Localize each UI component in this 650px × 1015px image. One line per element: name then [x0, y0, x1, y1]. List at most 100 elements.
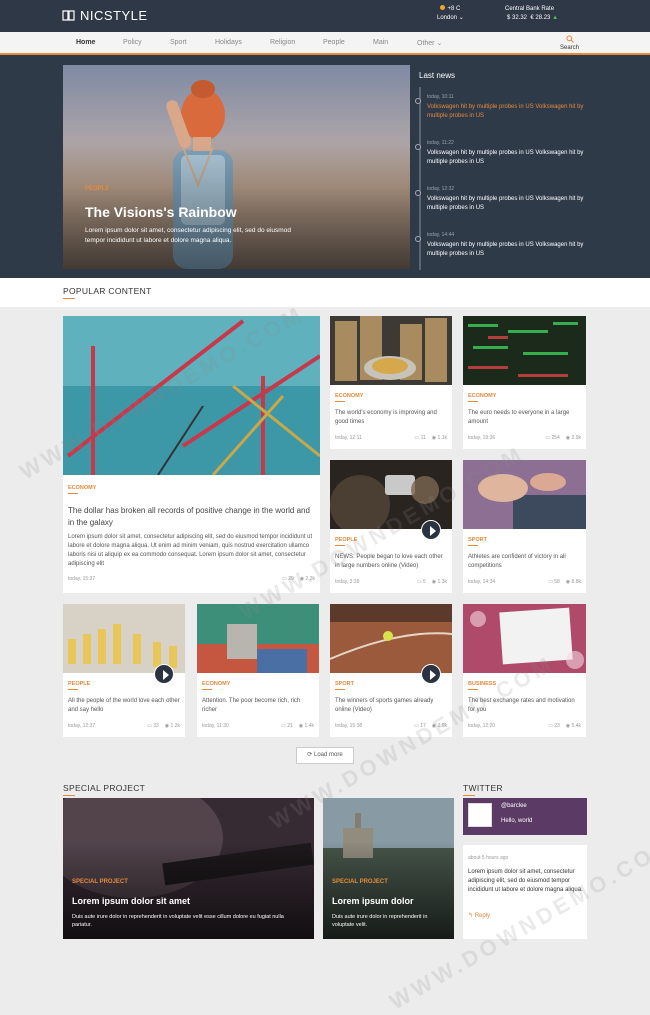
article-excerpt[interactable]: The world's economy is improving and goo…	[335, 409, 447, 427]
article-excerpt[interactable]: Attention. The poor become rich, rich ri…	[202, 697, 314, 715]
news-item[interactable]: today, 10:11 Volkswagen hit by multiple …	[415, 94, 590, 124]
weather-widget[interactable]: +8 C London ⌄	[437, 5, 464, 23]
article-time: today, 11:30	[202, 723, 229, 729]
article-category[interactable]: ECONOMY	[68, 485, 96, 494]
special-category[interactable]: SPECIAL PROJECT	[72, 879, 128, 885]
special-project-title: SPECIAL PROJECT	[63, 783, 146, 796]
view-count: ◉ 1.1k	[431, 435, 447, 441]
article-category[interactable]: SPORT	[335, 681, 354, 690]
load-more-button[interactable]: ⟳ Load more	[296, 747, 354, 764]
news-text[interactable]: Volkswagen hit by multiple probes in US …	[427, 149, 587, 167]
hero-category[interactable]: PEOPLE	[85, 186, 109, 192]
article-category[interactable]: ECONOMY	[335, 393, 363, 402]
article-excerpt[interactable]: All the people of the world love each ot…	[68, 697, 180, 715]
site-logo[interactable]: NICSTYLE	[62, 8, 148, 23]
news-text[interactable]: Volkswagen hit by multiple probes in US …	[427, 103, 587, 121]
article-card[interactable]: ECONOMY The euro needs to everyone in a …	[463, 316, 586, 449]
news-item[interactable]: today, 14:44 Volkswagen hit by multiple …	[415, 232, 590, 262]
article-card[interactable]: PEOPLE All the people of the world love …	[63, 604, 185, 737]
article-meta: today, 11:30 ▭ 21 ◉ 1.4k	[202, 723, 314, 729]
article-excerpt[interactable]: Athletes are confident of victory in all…	[468, 553, 581, 571]
reply-button[interactable]: ↰ Reply	[468, 912, 490, 919]
news-time: today, 11:22	[427, 140, 454, 146]
chevron-down-icon: ⌄	[458, 15, 464, 21]
special-project-card[interactable]: SPECIAL PROJECT Lorem ipsum dolor Duis a…	[323, 798, 454, 939]
special-title[interactable]: Lorem ipsum dolor sit amet	[72, 896, 190, 906]
view-count: ◉ 1.2k	[164, 723, 180, 729]
special-title[interactable]: Lorem ipsum dolor	[332, 896, 414, 906]
news-item[interactable]: today, 12:32 Volkswagen hit by multiple …	[415, 186, 590, 216]
figures-image	[63, 604, 185, 673]
article-category[interactable]: PEOPLE	[68, 681, 90, 690]
popular-title: POPULAR CONTENT	[63, 286, 152, 299]
article-category[interactable]: ECONOMY	[202, 681, 230, 690]
news-text[interactable]: Volkswagen hit by multiple probes in US …	[427, 195, 587, 213]
timeline-dot	[415, 190, 421, 196]
view-count: ◉ 2.9k	[431, 723, 447, 729]
view-count: ◉ 2.9k	[565, 435, 581, 441]
arrow-up-icon: ▲	[552, 15, 559, 21]
article-card[interactable]: PEOPLE NEWS: People began to love each o…	[330, 460, 452, 593]
nav-home[interactable]: Home	[76, 39, 95, 46]
special-text: Duis aute irure dolor in reprehenderit i…	[332, 914, 428, 928]
twitter-handle[interactable]: @barclee	[501, 803, 527, 809]
article-category[interactable]: ECONOMY	[468, 393, 496, 402]
nav-policy[interactable]: Policy	[123, 39, 142, 46]
hero-feature[interactable]: PEOPLE The Visions's Rainbow Lorem ipsum…	[63, 65, 410, 269]
article-card[interactable]: SPORT The winners of sports games alread…	[330, 604, 452, 737]
article-time: today, 19:36	[468, 435, 496, 441]
hero-title[interactable]: The Visions's Rainbow	[85, 204, 237, 220]
bank-rate-widget: Central Bank Rate $ 32.32 € 28.23 ▲	[505, 5, 558, 23]
stock-board-image	[463, 316, 586, 385]
article-excerpt[interactable]: NEWS: People began to love each other in…	[335, 553, 447, 571]
play-video-button[interactable]	[421, 664, 441, 684]
article-excerpt[interactable]: The best exchange rates and motivation f…	[468, 697, 581, 715]
nav-people[interactable]: People	[323, 39, 345, 46]
laptop-image	[463, 460, 586, 529]
nav-main[interactable]: Main	[373, 39, 388, 46]
concert-image	[330, 460, 452, 529]
sun-icon	[440, 5, 446, 10]
twitter-profile[interactable]: @barclee Hello, world	[463, 798, 587, 835]
comment-count: ▭ 11	[414, 435, 426, 441]
nav-religion[interactable]: Religion	[270, 39, 295, 46]
article-meta: today, 15:37 ▭ 29 ◉ 2.3k	[68, 576, 315, 582]
news-text[interactable]: Volkswagen hit by multiple probes in US …	[427, 241, 587, 259]
article-card[interactable]: BUSINESS The best exchange rates and mot…	[463, 604, 586, 737]
avatar[interactable]	[468, 803, 492, 827]
rate-eur: € 28.23	[530, 15, 551, 21]
cranes-image	[63, 316, 320, 475]
timeline-dot	[415, 144, 421, 150]
article-time: today, 12:20	[468, 723, 496, 729]
article-excerpt: Lorem ipsum dolor sit amet, consectetur …	[68, 534, 313, 567]
article-excerpt[interactable]: The winners of sports games already onli…	[335, 697, 447, 715]
tennis-image	[330, 604, 452, 673]
rate-usd: $ 32.32	[507, 15, 528, 21]
nav-sport[interactable]: Sport	[170, 39, 187, 46]
article-category[interactable]: BUSINESS	[468, 681, 496, 690]
article-title[interactable]: The dollar has broken all records of pos…	[68, 505, 318, 529]
article-time: today, 14:34	[468, 579, 496, 585]
featured-article-card[interactable]: ECONOMY The dollar has broken all record…	[63, 316, 320, 593]
article-category[interactable]: SPORT	[468, 537, 487, 546]
nav-holidays[interactable]: Holidays	[215, 39, 242, 46]
special-category[interactable]: SPECIAL PROJECT	[332, 879, 388, 885]
article-category[interactable]: PEOPLE	[335, 537, 357, 546]
article-card[interactable]: SPORT Athletes are confident of victory …	[463, 460, 586, 593]
article-card[interactable]: ECONOMY Attention. The poor become rich,…	[197, 604, 319, 737]
article-time: today, 15:37	[68, 576, 96, 582]
article-meta: today, 14:34 ▭ 58 ◉ 8.8k	[468, 579, 581, 585]
article-meta: today, 19:36 ▭ 254 ◉ 2.9k	[468, 435, 581, 441]
play-video-button[interactable]	[154, 664, 174, 684]
nav-other[interactable]: Other ⌄	[417, 39, 442, 47]
view-count: ◉ 8.8k	[565, 579, 581, 585]
news-item[interactable]: today, 11:22 Volkswagen hit by multiple …	[415, 140, 590, 170]
coins-image	[330, 316, 452, 385]
article-card[interactable]: ECONOMY The world's economy is improving…	[330, 316, 452, 449]
special-project-card[interactable]: SPECIAL PROJECT Lorem ipsum dolor sit am…	[63, 798, 314, 939]
brand-name: NICSTYLE	[80, 8, 148, 23]
search-button[interactable]: Search	[560, 35, 579, 51]
comment-count: ▭ 23	[548, 723, 560, 729]
play-video-button[interactable]	[421, 520, 441, 540]
article-excerpt[interactable]: The euro needs to everyone in a large am…	[468, 409, 581, 427]
